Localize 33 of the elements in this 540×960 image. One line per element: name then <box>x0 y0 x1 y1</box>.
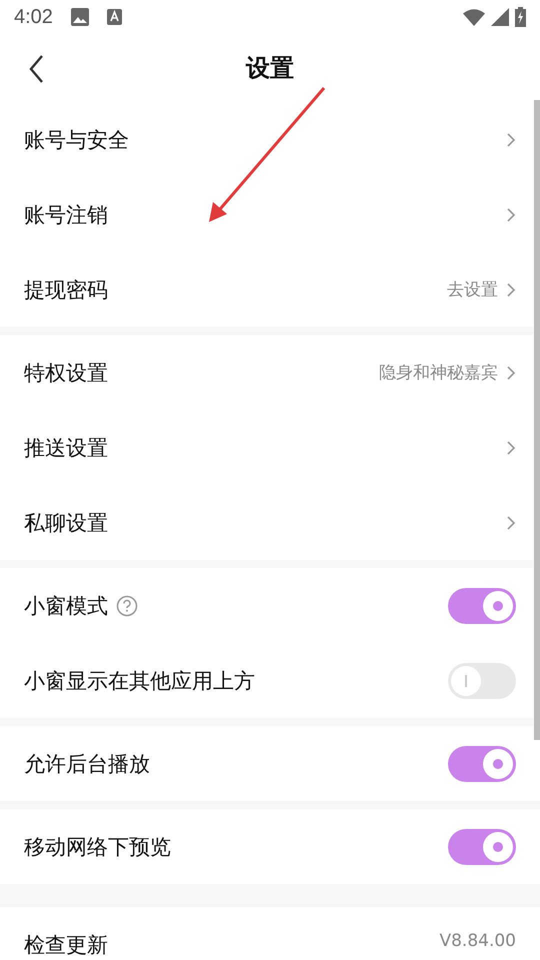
status-time: 4:02 <box>14 6 53 28</box>
chevron-right-icon <box>506 206 516 222</box>
toggle-switch[interactable] <box>448 746 516 782</box>
signal-icon <box>491 8 509 26</box>
toggle-switch[interactable] <box>448 828 516 864</box>
toggle-switch[interactable] <box>448 662 516 698</box>
chevron-right-icon <box>506 282 516 298</box>
setting-value: 隐身和神秘嘉宾 <box>379 362 498 384</box>
wifi-icon <box>463 8 485 26</box>
chevron-right-icon <box>506 514 516 530</box>
setting-label[interactable]: 提现密码 <box>24 276 108 304</box>
battery-icon <box>515 7 526 27</box>
page-title: 设置 <box>246 53 294 84</box>
setting-label[interactable]: 特权设置 <box>24 358 108 386</box>
setting-label[interactable]: 检查更新 <box>24 931 108 959</box>
version-text: V8.84.00 <box>439 931 516 951</box>
font-icon <box>106 9 122 25</box>
setting-label[interactable]: 推送设置 <box>24 434 108 462</box>
setting-label[interactable]: 账号与安全 <box>24 126 129 154</box>
chevron-right-icon <box>506 132 516 148</box>
chevron-right-icon <box>506 364 516 380</box>
setting-label: 允许后台播放 <box>24 750 150 778</box>
setting-label[interactable]: 账号注销 <box>24 200 108 228</box>
setting-value: 去设置 <box>447 279 498 301</box>
toggle-switch[interactable] <box>448 588 516 624</box>
help-icon[interactable] <box>116 594 138 616</box>
back-icon[interactable] <box>28 54 44 84</box>
image-icon <box>70 8 89 26</box>
setting-label: 小窗显示在其他应用上方 <box>24 668 255 694</box>
setting-label: 小窗模式 <box>24 592 108 620</box>
chevron-right-icon <box>506 440 516 456</box>
setting-label[interactable]: 私聊设置 <box>24 508 108 536</box>
setting-label: 移动网络下预览 <box>24 834 171 860</box>
